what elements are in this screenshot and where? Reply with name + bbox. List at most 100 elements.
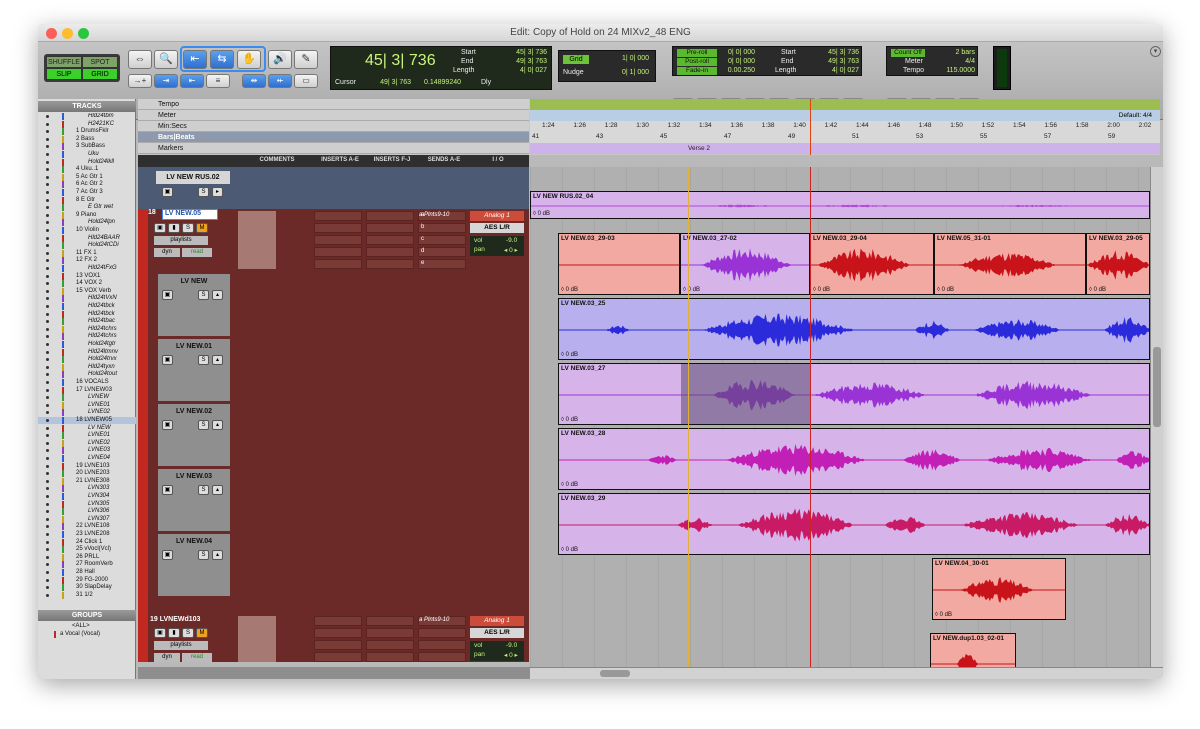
track-list-item[interactable]: 11 FX 1 bbox=[38, 249, 136, 257]
insert-slot[interactable] bbox=[314, 616, 362, 626]
show-track-dot[interactable] bbox=[46, 251, 49, 255]
tempo-value[interactable]: 115.0000 bbox=[937, 67, 975, 74]
send-slot[interactable]: d bbox=[418, 247, 466, 257]
markers-ruler[interactable]: Verse 2 bbox=[530, 143, 1160, 154]
audio-clip[interactable]: LV NEW.03_25 ◊ 0 dB bbox=[558, 298, 1150, 360]
track-list-item[interactable]: Hold24trvx bbox=[38, 356, 136, 364]
show-track-dot[interactable] bbox=[46, 168, 49, 172]
track-list-item[interactable]: Hld24tFxG bbox=[38, 265, 136, 272]
audio-clip[interactable]: LV NEW RUS.02_04 ◊ 0 dB bbox=[530, 191, 1150, 219]
audio-clip[interactable]: LV NEW.05_31-01 ◊ 0 dB bbox=[934, 233, 1086, 295]
show-track-dot[interactable] bbox=[46, 365, 49, 369]
show-track-dot[interactable] bbox=[46, 479, 49, 483]
rec-button[interactable]: ▣ bbox=[154, 628, 166, 638]
track-list-item[interactable]: 26 PRLL bbox=[38, 553, 136, 561]
insert-slot[interactable] bbox=[314, 235, 362, 245]
show-track-dot[interactable] bbox=[46, 495, 49, 498]
clip-gain[interactable]: ◊ 0 dB bbox=[813, 287, 830, 293]
zoom-preset-3-icon[interactable]: ⇤ bbox=[180, 74, 204, 88]
link-timeline-icon[interactable]: ⇹ bbox=[242, 74, 266, 88]
comments-field[interactable] bbox=[238, 211, 276, 269]
postroll-label[interactable]: Post-roll bbox=[677, 58, 717, 66]
show-track-dot[interactable] bbox=[46, 244, 49, 248]
countoff-label[interactable]: Count Off bbox=[891, 49, 925, 57]
track-list-item[interactable]: 28 Hall bbox=[38, 569, 136, 576]
show-track-dot[interactable] bbox=[46, 517, 49, 521]
show-track-dot[interactable] bbox=[46, 373, 49, 377]
grid-label[interactable]: Grid bbox=[563, 55, 589, 64]
scrubber-speaker-icon[interactable]: 🔊 bbox=[268, 50, 292, 69]
track-list-item[interactable]: 29 FG-2000 bbox=[38, 576, 136, 584]
show-track-dot[interactable] bbox=[46, 457, 49, 460]
track-list-item[interactable]: H2421KC bbox=[38, 120, 136, 128]
show-track-dot[interactable] bbox=[46, 434, 49, 438]
time-selection[interactable] bbox=[681, 364, 811, 424]
audio-clip[interactable]: LV NEW.03_27 ◊ 0 dB bbox=[558, 363, 1150, 425]
track-list-item[interactable]: Hld24BAAR bbox=[38, 234, 136, 242]
show-track-dot[interactable] bbox=[46, 183, 49, 187]
fadein-value[interactable]: 0.00.250 bbox=[719, 67, 755, 74]
pan-value[interactable]: ◂ 0 ▸ bbox=[504, 651, 518, 659]
track-list-item[interactable]: 10 Violin bbox=[38, 227, 136, 234]
track-list-item[interactable]: LVN303 bbox=[38, 485, 136, 493]
group-all[interactable]: <ALL> bbox=[38, 623, 136, 630]
show-track-dot[interactable] bbox=[46, 297, 49, 301]
show-track-dot[interactable] bbox=[46, 259, 49, 263]
insert-slot[interactable] bbox=[366, 628, 414, 638]
zoom-toggle-icon[interactable]: ⇔ bbox=[128, 50, 152, 69]
audio-clip[interactable]: LV NEW.03_29-03 ◊ 0 dB bbox=[558, 233, 680, 295]
comments-field[interactable] bbox=[238, 616, 276, 662]
lane-rec-button[interactable]: ▣ bbox=[162, 550, 173, 560]
playlist-lane-name[interactable]: LV NEW.02 bbox=[158, 406, 230, 417]
track-list-item[interactable]: LVN304 bbox=[38, 493, 136, 500]
track-list-item[interactable]: 20 LVNE203 bbox=[38, 470, 136, 478]
grabber-hand-icon[interactable]: ✋ bbox=[237, 50, 261, 69]
track-list-item[interactable]: LVNE01 bbox=[38, 401, 136, 409]
show-track-dot[interactable] bbox=[46, 115, 49, 118]
show-track-dot[interactable] bbox=[46, 464, 49, 468]
lane-promote-button[interactable]: ▴ bbox=[212, 290, 223, 300]
lane-promote-button[interactable]: ▴ bbox=[212, 420, 223, 430]
inserts-fj-col[interactable]: INSERTS F-J bbox=[366, 157, 418, 163]
track-list-item[interactable]: 19 LVNE103 bbox=[38, 462, 136, 470]
track-list-item[interactable]: 9 Piano bbox=[38, 211, 136, 219]
show-track-dot[interactable] bbox=[46, 426, 49, 430]
show-track-dot[interactable] bbox=[46, 267, 49, 270]
track-list-item[interactable]: LVNE01 bbox=[38, 432, 136, 440]
show-track-dot[interactable] bbox=[46, 198, 49, 202]
show-track-dot[interactable] bbox=[46, 472, 49, 476]
audio-clip[interactable]: LV NEW.03_29-05 ◊ 0 dB bbox=[1086, 233, 1150, 295]
preroll-label[interactable]: Pre-roll bbox=[677, 49, 717, 57]
playlist-lane-name[interactable]: LV NEW bbox=[158, 276, 230, 287]
automation-mode-select[interactable]: read bbox=[182, 653, 212, 662]
track-list-item[interactable]: 18 LVNEW05 bbox=[38, 417, 136, 424]
track-list-item[interactable]: 8 E Gtr bbox=[38, 196, 136, 204]
show-track-dot[interactable] bbox=[46, 274, 49, 278]
input-selector[interactable]: Analog 1 bbox=[470, 211, 524, 221]
lane-solo-button[interactable]: S bbox=[198, 550, 209, 560]
sel-start-value[interactable]: 45| 3| 736 bbox=[803, 49, 859, 56]
toolbar-menu-icon[interactable]: ▾ bbox=[1150, 46, 1161, 57]
clip-gain[interactable]: ◊ 0 dB bbox=[561, 417, 578, 423]
track-list-item[interactable]: LV NEW bbox=[38, 424, 136, 432]
show-track-dot[interactable] bbox=[46, 396, 49, 400]
show-track-dot[interactable] bbox=[46, 206, 49, 210]
sel-end-value[interactable]: 49| 3| 763 bbox=[803, 58, 859, 65]
solo-button[interactable]: S bbox=[182, 223, 194, 233]
minsecs-ruler[interactable]: 1:24 1:26 1:28 1:30 1:32 1:34 1:36 1:38 1:40 1:42… bbox=[530, 121, 1160, 132]
show-track-dot[interactable] bbox=[46, 419, 49, 422]
insert-slot[interactable] bbox=[366, 223, 414, 233]
trim-tool-icon[interactable]: ⇤ bbox=[183, 50, 207, 69]
end-value[interactable]: 49| 3| 763 bbox=[491, 58, 547, 65]
send-slot[interactable]: c bbox=[418, 235, 466, 245]
insert-slot[interactable] bbox=[314, 652, 362, 662]
mute-button[interactable]: M bbox=[196, 628, 208, 638]
meter-ruler[interactable]: Default: 4/4 bbox=[530, 110, 1160, 121]
track-list-item[interactable]: 17 LVNEW03 bbox=[38, 386, 136, 394]
postroll-value[interactable]: 0| 0| 000 bbox=[719, 58, 755, 65]
lane-promote-button[interactable]: ▴ bbox=[212, 550, 223, 560]
track-list-item[interactable]: 21 LVNE308 bbox=[38, 477, 136, 485]
mute-button[interactable]: M bbox=[196, 223, 208, 233]
track-list-item[interactable]: Hold24tCDi bbox=[38, 242, 136, 250]
playlists-button[interactable]: playlists bbox=[154, 236, 208, 245]
